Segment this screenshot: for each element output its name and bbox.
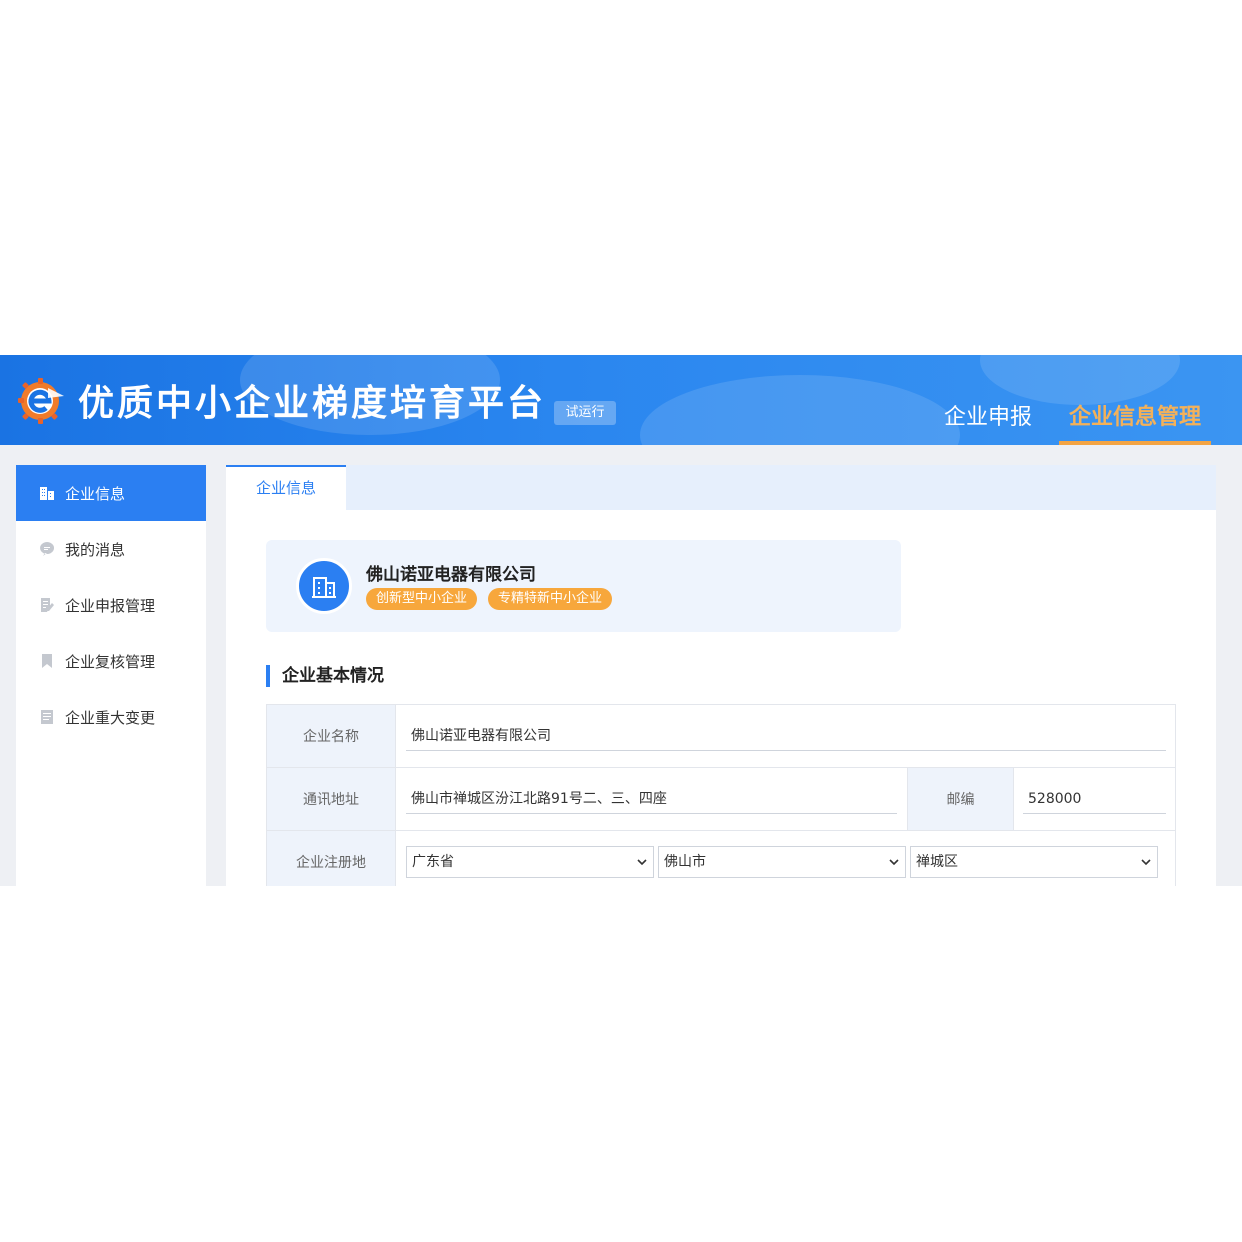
address-label: 通讯地址	[267, 768, 396, 830]
province-select[interactable]: 广东省	[406, 846, 654, 878]
postcode-field[interactable]: 528000	[1023, 784, 1166, 814]
building-icon	[38, 484, 56, 502]
city-value: 佛山市	[664, 854, 706, 870]
sidebar-item-label: 企业申报管理	[65, 596, 156, 615]
district-select[interactable]: 禅城区	[910, 846, 1158, 878]
sidebar-item-label: 企业复核管理	[65, 652, 156, 671]
sidebar-item-review-management[interactable]: 企业复核管理	[16, 633, 206, 689]
basic-info-form: 企业名称 佛山诺亚电器有限公司 通讯地址 佛山市禅城区汾江北路91号二、三、四座…	[266, 704, 1176, 886]
form-row-address: 通讯地址 佛山市禅城区汾江北路91号二、三、四座 邮编 528000	[267, 768, 1175, 831]
bookmark-icon	[38, 652, 56, 670]
sidebar-item-major-change[interactable]: 企业重大变更	[16, 689, 206, 745]
content-panel: 企业信息 佛山诺亚电器有限公司 创新型中小企业 专精特新中小企业 企业基本情况 …	[226, 465, 1216, 886]
top-header: 优质中小企业梯度培育平台 试运行 企业申报 企业信息管理	[0, 355, 1242, 445]
form-row-registration: 企业注册地 广东省 佛山市 禅城区	[267, 831, 1175, 886]
document-icon	[38, 708, 56, 726]
building-icon	[312, 577, 336, 598]
chevron-down-icon	[637, 859, 647, 866]
registration-label: 企业注册地	[267, 831, 396, 886]
tab-enterprise-info[interactable]: 企业信息	[226, 465, 346, 510]
sidebar-item-my-messages[interactable]: 我的消息	[16, 521, 206, 577]
tab-bar: 企业信息	[226, 465, 1216, 510]
platform-logo-icon	[18, 378, 64, 424]
message-icon	[38, 540, 56, 558]
tag-specialized-sme: 专精特新中小企业	[488, 588, 613, 610]
company-name: 佛山诺亚电器有限公司	[366, 565, 536, 585]
sidebar-item-label: 我的消息	[65, 540, 126, 559]
active-nav-indicator	[1059, 441, 1211, 445]
form-row-company-name: 企业名称 佛山诺亚电器有限公司	[267, 705, 1175, 768]
chevron-down-icon	[889, 859, 899, 866]
city-select[interactable]: 佛山市	[658, 846, 906, 878]
app-title: 优质中小企业梯度培育平台	[78, 383, 547, 424]
district-value: 禅城区	[916, 854, 958, 870]
edit-document-icon	[38, 596, 56, 614]
sidebar-item-label: 企业重大变更	[65, 708, 156, 727]
company-card: 佛山诺亚电器有限公司 创新型中小企业 专精特新中小企业	[266, 540, 901, 632]
province-value: 广东省	[412, 854, 454, 870]
tag-innovative-sme: 创新型中小企业	[366, 588, 478, 610]
nav-enterprise-info-management[interactable]: 企业信息管理	[1069, 399, 1201, 431]
sidebar-item-label: 企业信息	[65, 484, 126, 503]
chevron-down-icon	[1141, 859, 1151, 866]
sidebar-item-enterprise-info[interactable]: 企业信息	[16, 465, 206, 521]
nav-enterprise-apply[interactable]: 企业申报	[944, 399, 1032, 431]
postcode-label: 邮编	[907, 768, 1014, 830]
company-name-label: 企业名称	[267, 705, 396, 767]
app-screenshot: 优质中小企业梯度培育平台 试运行 企业申报 企业信息管理 企业信息 我的消息 企…	[0, 355, 1242, 886]
company-avatar	[296, 558, 352, 614]
company-name-field[interactable]: 佛山诺亚电器有限公司	[406, 721, 1166, 751]
section-title: 企业基本情况	[266, 665, 384, 687]
address-field[interactable]: 佛山市禅城区汾江北路91号二、三、四座	[406, 784, 897, 814]
trial-badge: 试运行	[554, 401, 616, 425]
sidebar: 企业信息 我的消息 企业申报管理 企业复核管理 企业重大变更	[16, 465, 206, 886]
sidebar-item-apply-management[interactable]: 企业申报管理	[16, 577, 206, 633]
